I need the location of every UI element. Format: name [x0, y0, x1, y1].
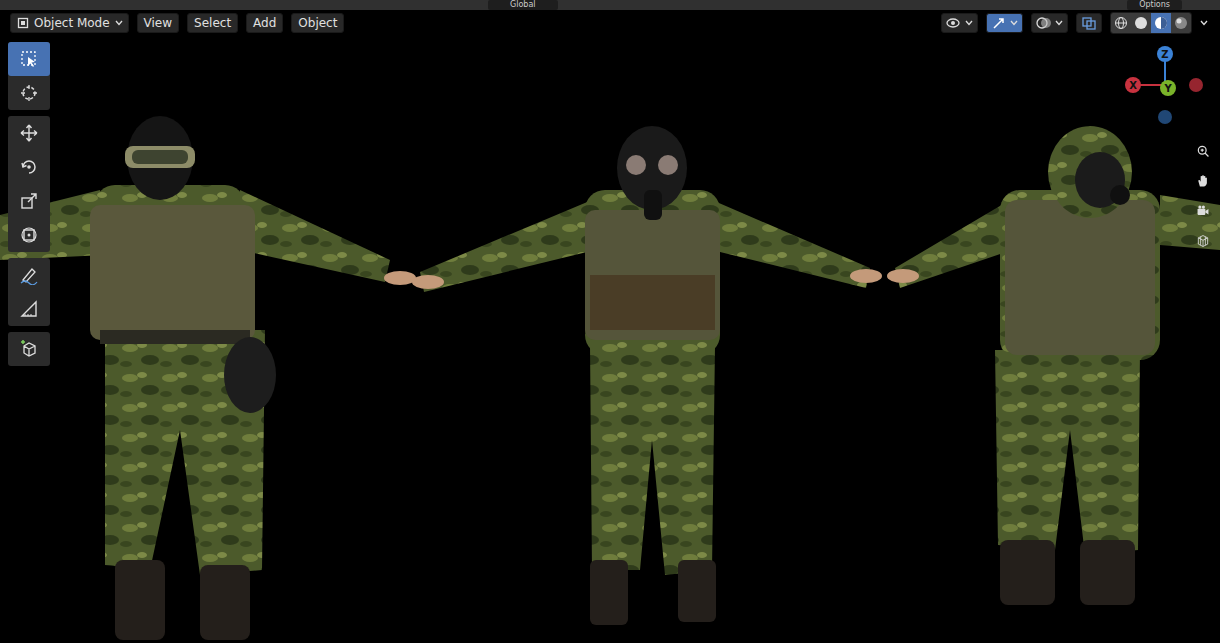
negative-x-handle[interactable] [1189, 78, 1203, 92]
navigation-gizmo[interactable]: X Y Z [1118, 44, 1210, 129]
blender-window: Global Options Object Mode View Select Add… [0, 0, 1220, 643]
header-toggle[interactable] [1076, 13, 1102, 33]
shading-group [1110, 12, 1192, 34]
scene-render [0, 10, 1220, 643]
tool-button[interactable] [8, 184, 50, 218]
axis-handle[interactable]: X [1125, 77, 1141, 93]
tool-button[interactable] [8, 150, 50, 184]
tool-button[interactable] [8, 258, 50, 292]
shading-button[interactable] [1171, 13, 1191, 33]
shading-button[interactable] [1111, 13, 1131, 33]
3d-viewport[interactable]: Object Mode View Select Add Object X Y Z [0, 10, 1220, 643]
menu-button[interactable]: View [137, 13, 179, 33]
soldier-figure[interactable] [412, 126, 882, 625]
move-icon [19, 123, 39, 143]
annotate-icon [19, 265, 39, 285]
tool-group [8, 258, 50, 326]
nav-button[interactable] [1190, 228, 1216, 254]
soldier-figure[interactable] [0, 116, 416, 640]
tool-button[interactable] [8, 218, 50, 252]
chevron-icon [965, 20, 973, 26]
shading-button[interactable] [1151, 13, 1171, 33]
chevron-icon [115, 20, 123, 26]
menu-button[interactable]: Add [246, 13, 283, 33]
viewport-body [0, 34, 1220, 643]
navigation-buttons [1190, 42, 1216, 643]
svg-text:X: X [1129, 80, 1137, 91]
overlays-icon [1036, 16, 1052, 30]
header-toggle[interactable] [986, 13, 1023, 33]
tool-button[interactable] [8, 116, 50, 150]
ortho-icon [1196, 232, 1210, 250]
options-button[interactable]: Options [1127, 0, 1182, 10]
header-toggle[interactable] [1031, 13, 1068, 33]
select-box-icon [19, 49, 39, 69]
top-header: Global Options [0, 0, 1220, 10]
material-icon [1154, 16, 1168, 30]
chevron-icon[interactable] [1200, 20, 1208, 26]
axis-handle[interactable]: Y [1160, 80, 1176, 96]
axis-handle[interactable]: Z [1157, 46, 1173, 62]
gizmos-icon [991, 16, 1007, 30]
tool-button[interactable] [8, 332, 50, 366]
nav-button[interactable] [1190, 138, 1216, 164]
rotate-icon [19, 157, 39, 177]
viewport-header: Object Mode View Select Add Object [0, 10, 1220, 34]
measure-icon [19, 299, 39, 319]
svg-text:Y: Y [1163, 83, 1172, 94]
chevron-icon [1055, 20, 1063, 26]
object-mode-icon [17, 17, 29, 29]
pan-icon [1196, 172, 1210, 190]
solid-icon [1134, 16, 1148, 30]
camera-icon [1196, 202, 1210, 220]
tool-button[interactable] [8, 42, 50, 76]
tool-button[interactable] [8, 292, 50, 326]
visibility-icon [946, 16, 962, 30]
menu-button[interactable]: Select [187, 13, 238, 33]
orientation-dropdown[interactable]: Global [488, 0, 558, 10]
tool-group [8, 42, 50, 110]
nav-button[interactable] [1190, 198, 1216, 224]
tool-group [8, 116, 50, 252]
svg-text:Z: Z [1161, 49, 1168, 60]
soldier-figure[interactable] [887, 126, 1220, 605]
shading-button[interactable] [1131, 13, 1151, 33]
nav-button[interactable] [1190, 168, 1216, 194]
toolbar [8, 42, 50, 643]
scale-icon [19, 191, 39, 211]
xray-icon [1081, 16, 1097, 30]
menu-button[interactable]: Object [291, 13, 344, 33]
tool-button[interactable] [8, 76, 50, 110]
header-toggle[interactable] [941, 13, 978, 33]
chevron-icon [1010, 20, 1018, 26]
rendered-icon [1174, 16, 1188, 30]
mode-dropdown[interactable]: Object Mode [10, 13, 129, 33]
tool-group [8, 332, 50, 366]
cursor-icon [19, 83, 39, 103]
add-cube-icon [19, 339, 39, 359]
wireframe-icon [1114, 16, 1128, 30]
negative-z-handle[interactable] [1158, 110, 1172, 124]
zoom-icon [1196, 142, 1210, 160]
transform-icon [19, 225, 39, 245]
